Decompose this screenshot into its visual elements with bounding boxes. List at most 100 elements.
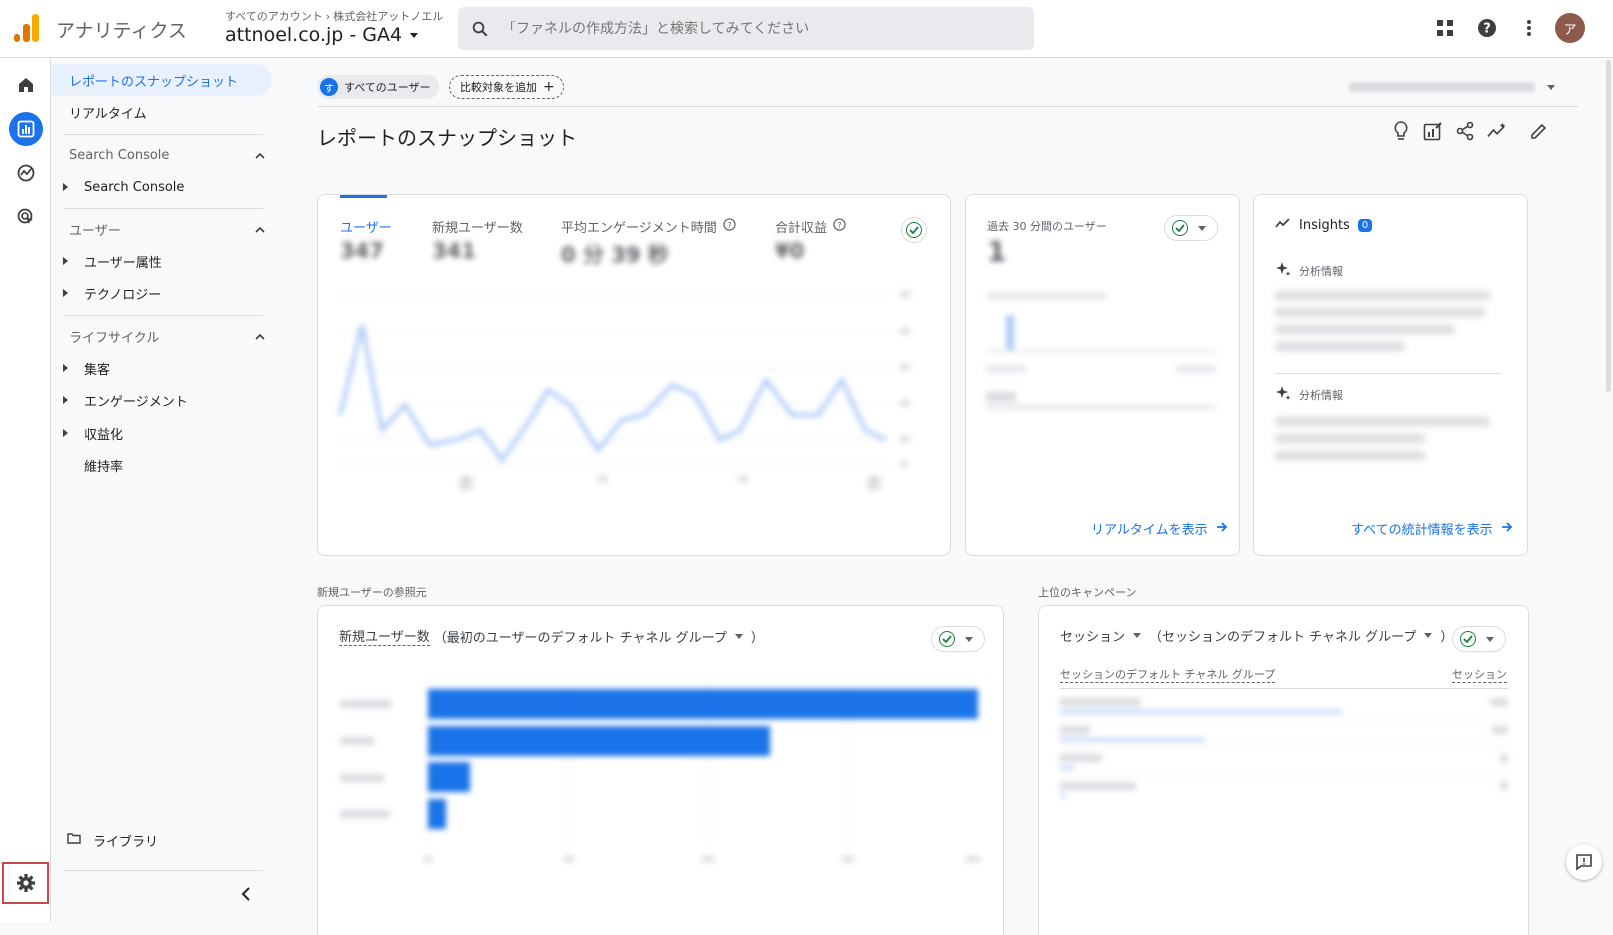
nav-item-acquisition[interactable]: 集客	[61, 353, 110, 383]
metric-label: 新規ユーザー数	[432, 221, 523, 236]
analytics-logo[interactable]	[14, 14, 40, 42]
insights-trend-icon[interactable]	[1487, 120, 1507, 142]
top-icons: ? ア	[1429, 12, 1585, 44]
nav-section-search-console[interactable]: Search Console	[69, 139, 265, 171]
metric-tab-revenue[interactable]: 合計収益 ?	[775, 217, 846, 236]
triangle-right-icon	[63, 183, 68, 191]
lightbulb-icon[interactable]	[1391, 120, 1411, 142]
apps-grid-icon[interactable]	[1429, 12, 1461, 44]
nav-item-realtime[interactable]: リアルタイム	[61, 96, 271, 128]
campaigns-status-chip[interactable]	[1452, 626, 1506, 652]
metric-tab-new-users[interactable]: 新規ユーザー数	[432, 217, 523, 236]
nav-divider	[63, 315, 263, 316]
metric-label: 合計収益	[775, 221, 828, 236]
caret-down-icon[interactable]	[734, 633, 743, 639]
new-users-bar-chart	[340, 676, 980, 862]
plus-icon: +	[543, 79, 555, 95]
metric-selector[interactable]: セッション	[1060, 626, 1125, 645]
realtime-minute-chart	[986, 292, 1216, 409]
nav-item-retention[interactable]: 維持率	[61, 450, 123, 480]
home-icon[interactable]	[9, 68, 43, 102]
svg-text:?: ?	[1483, 22, 1491, 37]
metric-value: 347	[340, 239, 384, 263]
table-header-divider	[1060, 688, 1508, 689]
insights-label: Insights	[1299, 217, 1350, 233]
property-name: attnoel.co.jp - GA4	[225, 24, 403, 46]
add-comparison-chip[interactable]: 比較対象を追加 +	[449, 75, 564, 99]
chip-label: 比較対象を追加	[460, 81, 537, 94]
nav-item-snapshot[interactable]: レポートのスナップショット	[51, 64, 272, 96]
nav-item-label: 収益化	[84, 427, 124, 443]
feedback-icon[interactable]	[1566, 844, 1602, 880]
nav-section-lifecycle[interactable]: ライフサイクル	[69, 320, 265, 352]
overview-metrics-card: ユーザー 347 新規ユーザー数 341 平均エンゲージメント時間 ? 0 分 …	[317, 194, 951, 556]
caret-down-icon[interactable]	[1133, 633, 1142, 638]
realtime-status-chip[interactable]	[1164, 215, 1218, 241]
realtime-card: 過去 30 分間のユーザー 1 リアルタイムを表示	[965, 194, 1240, 556]
sparkle-icon	[1275, 261, 1291, 280]
metric-label: ユーザー	[340, 221, 392, 236]
metric-selector[interactable]: 新規ユーザー数	[339, 626, 430, 646]
caret-down-icon[interactable]	[1424, 633, 1433, 638]
view-all-insights-link[interactable]: すべての統計情報を表示	[1351, 519, 1513, 538]
share-icon[interactable]	[1455, 120, 1475, 142]
help-icon[interactable]: ?	[1471, 12, 1503, 44]
insight-label-text: 分析情報	[1299, 264, 1343, 278]
new-users-status-chip[interactable]	[931, 626, 985, 652]
more-vert-icon[interactable]	[1513, 12, 1545, 44]
all-users-chip[interactable]: す すべてのユーザー	[317, 75, 439, 99]
date-range-redacted	[1349, 82, 1535, 92]
nav-item-technology[interactable]: テクノロジー	[61, 278, 161, 308]
page-title: レポートのスナップショット	[317, 126, 577, 150]
check-circle-icon	[1172, 220, 1188, 236]
insights-count-badge: 0	[1357, 218, 1373, 232]
metric-value: 0 分 39 秒	[561, 243, 669, 267]
search-input[interactable]	[502, 20, 1002, 37]
data-quality-status[interactable]	[901, 217, 927, 243]
help-outline-icon[interactable]: ?	[723, 218, 736, 235]
breadcrumb-account[interactable]: 株式会社アットノエル	[333, 8, 443, 24]
section-top-campaign: 上位のキャンペーン	[1038, 586, 1137, 599]
chevron-up-icon	[255, 222, 265, 237]
settings-gear-icon[interactable]	[2, 862, 49, 904]
search-bar[interactable]	[458, 7, 1034, 50]
breadcrumb[interactable]: すべてのアカウント › 株式会社アットノエル	[225, 8, 443, 24]
check-circle-icon	[906, 222, 922, 238]
metric-tab-users[interactable]: ユーザー	[340, 217, 392, 236]
nav-panel: レポートのスナップショット リアルタイム Search Console Sear…	[51, 58, 279, 922]
column-header-sessions[interactable]: セッション	[1452, 666, 1507, 683]
sparkle-icon	[1275, 385, 1291, 404]
page-scrollbar[interactable]	[1606, 60, 1611, 392]
nav-item-engagement[interactable]: エンゲージメント	[61, 385, 188, 415]
nav-section-user[interactable]: ユーザー	[69, 213, 265, 245]
collapse-chevron-left-icon[interactable]	[241, 886, 251, 905]
chip-initial: す	[320, 78, 338, 96]
breadcrumb-root[interactable]: すべてのアカウント	[225, 8, 323, 24]
advertising-icon[interactable]	[9, 200, 43, 234]
caret-down-icon	[1547, 84, 1555, 90]
nav-item-search-console[interactable]: Search Console	[61, 172, 184, 202]
nav-item-user-attributes[interactable]: ユーザー属性	[61, 246, 162, 276]
view-realtime-link[interactable]: リアルタイムを表示	[1091, 519, 1228, 538]
explore-icon[interactable]	[9, 156, 43, 190]
nav-divider	[63, 870, 263, 871]
date-range-selector[interactable]	[1349, 80, 1559, 94]
nav-section-label: ユーザー	[69, 223, 121, 239]
top-bar: アナリティクス すべてのアカウント › 株式会社アットノエル attnoel.c…	[0, 0, 1613, 58]
new-users-card-header: 新規ユーザー数 （最初のユーザーのデフォルト チャネル グループ ）	[339, 626, 764, 646]
nav-item-monetization[interactable]: 収益化	[61, 418, 123, 448]
app-title: アナリティクス	[56, 20, 187, 42]
avatar[interactable]: ア	[1555, 13, 1585, 43]
edit-report-icon[interactable]	[1423, 120, 1443, 142]
column-header-channel-group[interactable]: セッションのデフォルト チャネル グループ	[1060, 666, 1276, 683]
reports-icon[interactable]	[9, 112, 43, 146]
top-campaigns-card: セッション （セッションのデフォルト チャネル グループ ） セッションのデフォ…	[1038, 605, 1529, 935]
dimension-selector[interactable]: （最初のユーザーのデフォルト チャネル グループ	[434, 627, 727, 646]
metric-tab-engagement-time[interactable]: 平均エンゲージメント時間 ?	[561, 217, 736, 236]
help-outline-icon[interactable]: ?	[833, 218, 846, 235]
dimension-selector[interactable]: （セッションのデフォルト チャネル グループ	[1149, 626, 1416, 645]
triangle-right-icon	[63, 257, 68, 265]
pencil-icon[interactable]	[1529, 120, 1549, 142]
nav-item-library[interactable]: ライブラリ	[67, 825, 158, 855]
property-selector[interactable]: attnoel.co.jp - GA4	[225, 24, 422, 46]
